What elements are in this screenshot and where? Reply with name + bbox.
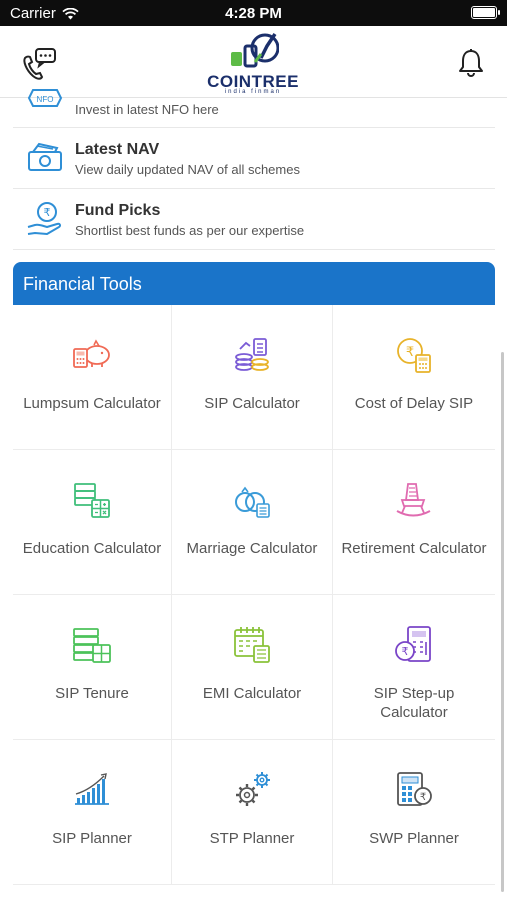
financial-tools-grid: Lumpsum Calculator SIP Calculator ₹ Cost… (13, 305, 495, 885)
tool-sip-step-up-calculator[interactable]: ₹ SIP Step-up Calculator (333, 595, 495, 740)
tool-label: Marriage Calculator (186, 540, 318, 557)
coins-stack-icon (235, 338, 269, 371)
latest-nav-desc: View daily updated NAV of all schemes (75, 162, 300, 177)
tool-label: SIP Calculator (204, 395, 300, 412)
rocking-chair-icon (396, 483, 431, 517)
tool-label: STP Planner (209, 830, 295, 847)
svg-text:₹: ₹ (402, 645, 409, 658)
logo-mark-icon (231, 33, 279, 68)
services-list: NFO Invest in latest NFO here Latest NAV… (13, 89, 495, 250)
tool-label: Education Calculator (22, 540, 162, 557)
calendar-calculator-icon (234, 627, 270, 663)
swp-calculator-icon: ₹ (397, 772, 432, 806)
tool-sip-calculator[interactable]: SIP Calculator (172, 305, 333, 450)
bar-growth-icon (75, 773, 109, 805)
scrollbar[interactable] (501, 352, 504, 892)
fund-picks-desc: Shortlist best funds as per our expertis… (75, 223, 305, 238)
svg-text:NFO: NFO (37, 95, 54, 104)
status-time: 4:28 PM (225, 5, 282, 22)
svg-text:₹: ₹ (44, 206, 51, 219)
tool-sip-tenure[interactable]: SIP Tenure (13, 595, 172, 740)
app-bar: COINTREE india finman (0, 26, 507, 98)
tool-stp-planner[interactable]: STP Planner (172, 740, 333, 885)
step-up-calculator-icon: ₹ (395, 626, 431, 662)
tool-emi-calculator[interactable]: EMI Calculator (172, 595, 333, 740)
rupee-coin-calculator-icon: ₹ (397, 338, 431, 373)
rupee-hand-icon: ₹ (27, 202, 62, 235)
tool-education-calculator[interactable]: Education Calculator (13, 450, 172, 595)
svg-text:₹: ₹ (420, 792, 426, 803)
list-item-nfo[interactable]: NFO Invest in latest NFO here (13, 89, 495, 128)
list-item-latest-nav[interactable]: Latest NAV View daily updated NAV of all… (13, 128, 495, 189)
latest-nav-title: Latest NAV (75, 141, 160, 158)
tool-label: SIP Step-up Calculator (373, 685, 455, 721)
tool-retirement-calculator[interactable]: Retirement Calculator (333, 450, 495, 595)
financial-tools-header: Financial Tools (13, 262, 495, 305)
phone-chat-icon[interactable] (20, 46, 58, 82)
tool-label: SIP Tenure (55, 685, 129, 702)
status-bar: Carrier 4:28 PM (0, 0, 507, 26)
piggy-bank-calculator-icon (73, 339, 110, 368)
education-calculator-icon (74, 483, 110, 518)
tool-label: SWP Planner (369, 830, 459, 847)
money-icon (28, 142, 62, 171)
rings-calculator-icon (235, 486, 270, 518)
tool-marriage-calculator[interactable]: Marriage Calculator (172, 450, 333, 595)
nfo-desc: Invest in latest NFO here (75, 102, 219, 117)
sip-tenure-icon (73, 628, 111, 663)
financial-tools-title: Financial Tools (23, 274, 142, 294)
nfo-icon: NFO (27, 89, 63, 107)
tool-label: SIP Planner (52, 830, 132, 847)
tool-label: Lumpsum Calculator (23, 395, 161, 412)
tool-label: Retirement Calculator (341, 540, 487, 557)
tool-label: EMI Calculator (202, 685, 302, 702)
tool-sip-planner[interactable]: SIP Planner (13, 740, 172, 885)
battery-icon (471, 6, 500, 19)
gears-icon (236, 772, 270, 806)
tool-lumpsum-calculator[interactable]: Lumpsum Calculator (13, 305, 172, 450)
logo-subtext: india finman (224, 89, 282, 95)
svg-text:₹: ₹ (406, 345, 414, 360)
app-logo[interactable]: COINTREE india finman (203, 32, 303, 95)
list-item-fund-picks[interactable]: ₹ Fund Picks Shortlist best funds as per… (13, 189, 495, 250)
fund-picks-title: Fund Picks (75, 202, 161, 219)
tool-swp-planner[interactable]: ₹ SWP Planner (333, 740, 495, 885)
bell-icon[interactable] (457, 48, 485, 78)
tool-label: Cost of Delay SIP (354, 395, 474, 412)
tool-cost-of-delay-sip[interactable]: ₹ Cost of Delay SIP (333, 305, 495, 450)
